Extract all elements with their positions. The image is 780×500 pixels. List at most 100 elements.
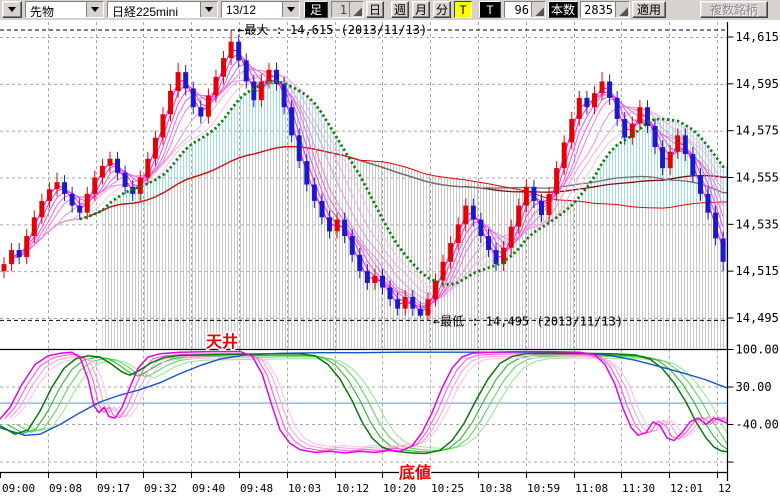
candle-body xyxy=(319,201,324,217)
multi-symbol-button[interactable]: 複数銘柄 xyxy=(700,1,768,18)
osc-tick-label: 30.00 xyxy=(736,380,772,394)
candle-body xyxy=(524,187,529,206)
candle-body xyxy=(403,297,408,309)
candle-body xyxy=(418,309,423,316)
candle-body xyxy=(554,168,559,194)
candle-body xyxy=(607,81,612,97)
candle-body xyxy=(9,250,14,264)
bar-count-spinner-icon[interactable] xyxy=(615,2,629,17)
candle-body xyxy=(660,147,665,168)
candle-body xyxy=(24,236,29,257)
candle-body xyxy=(547,194,552,215)
price-tick-label: 14,535 xyxy=(736,217,779,231)
candle-body xyxy=(713,213,718,239)
period-minute-button[interactable]: 分 xyxy=(433,1,451,18)
candle-body xyxy=(100,166,105,178)
osc-tick-label: -40.00 xyxy=(736,418,779,432)
candle-body xyxy=(653,126,658,147)
time-tick-label: 10:38 xyxy=(479,482,512,495)
market-select[interactable]: 先物 xyxy=(25,1,104,18)
tick-size-stepper[interactable]: 96 xyxy=(504,1,546,18)
candle-body xyxy=(342,220,347,236)
tick-size-spinner-icon[interactable] xyxy=(531,2,545,17)
candle-body xyxy=(683,135,688,154)
window-dropdown-button[interactable] xyxy=(2,1,22,18)
bar-count-button[interactable]: 本数 xyxy=(548,1,578,18)
candle-body xyxy=(229,42,234,58)
symbol-select-drop[interactable] xyxy=(200,2,217,17)
candle-body xyxy=(251,81,256,100)
candle-body xyxy=(698,175,703,194)
contract-select-value: 13/12 xyxy=(222,2,282,17)
candle-body xyxy=(236,42,241,61)
price-tick-label: 14,575 xyxy=(736,124,779,138)
toolbar: 先物 日経225mini 13/12 足 1 日 週 月 分 T T 96 本数… xyxy=(0,0,780,21)
floor-label: 底値 xyxy=(399,463,431,482)
interval-value: 1 xyxy=(332,2,349,17)
candle-body xyxy=(577,98,582,119)
tick-mode-toggle[interactable]: T xyxy=(454,1,472,18)
candle-body xyxy=(388,288,393,300)
candle-body xyxy=(206,96,211,117)
candle-body xyxy=(675,135,680,151)
bar-count-value: 2835 xyxy=(581,2,615,17)
candle-body xyxy=(509,227,514,248)
interval-stepper[interactable]: 1 xyxy=(331,1,364,18)
time-tick-label: 09:08 xyxy=(49,482,82,495)
candle-body xyxy=(191,89,196,108)
candle-body xyxy=(569,119,574,142)
candle-body xyxy=(357,255,362,271)
candle-body xyxy=(562,142,567,168)
chevron-down-icon xyxy=(8,7,16,12)
candle-body xyxy=(176,72,181,91)
candle-body xyxy=(168,91,173,114)
candle-body xyxy=(539,201,544,215)
candle-body xyxy=(32,217,37,236)
candle-body xyxy=(47,189,52,201)
contract-select[interactable]: 13/12 xyxy=(221,1,300,18)
candle-body xyxy=(297,135,302,161)
candle-body xyxy=(494,250,499,264)
candle-body xyxy=(486,236,491,250)
time-tick-label: 09:00 xyxy=(2,482,35,495)
candle-body xyxy=(85,194,90,213)
candle-body xyxy=(721,238,726,261)
tick-size-value: 96 xyxy=(505,2,531,17)
price-tick-label: 14,555 xyxy=(736,171,779,185)
period-day-button[interactable]: 日 xyxy=(366,1,384,18)
symbol-select-value: 日経225mini xyxy=(108,2,200,17)
candle-body xyxy=(2,264,7,271)
time-tick-label: 09:17 xyxy=(97,482,130,495)
time-tick-label: 09:32 xyxy=(144,482,177,495)
interval-spinner-icon[interactable] xyxy=(349,2,363,17)
tick-label-button[interactable]: T xyxy=(479,1,501,18)
candle-body xyxy=(410,297,415,309)
time-tick-label: 12 xyxy=(718,482,731,495)
bar-type-button[interactable]: 足 xyxy=(304,1,328,18)
candle-body xyxy=(592,93,597,107)
symbol-select[interactable]: 日経225mini xyxy=(107,1,218,18)
contract-select-drop[interactable] xyxy=(282,2,299,17)
candle-body xyxy=(600,81,605,93)
market-select-drop[interactable] xyxy=(86,2,103,17)
candle-body xyxy=(17,250,22,257)
candle-body xyxy=(584,98,589,107)
chart-area[interactable]: ←最大 : 14,615 (2013/11/13)←最低 : 14,495 (2… xyxy=(0,20,780,500)
candle-body xyxy=(615,98,620,119)
price-and-oscillator-chart[interactable]: ←最大 : 14,615 (2013/11/13)←最低 : 14,495 (2… xyxy=(0,20,780,500)
oscillator-panel xyxy=(0,350,728,473)
period-week-button[interactable]: 週 xyxy=(391,1,409,18)
time-tick-label: 11:08 xyxy=(575,482,608,495)
candle-body xyxy=(244,60,249,81)
bar-count-stepper[interactable]: 2835 xyxy=(580,1,630,18)
candle-body xyxy=(380,276,385,288)
candle-body xyxy=(531,187,536,201)
period-month-button[interactable]: 月 xyxy=(412,1,430,18)
candle-body xyxy=(54,182,59,189)
candle-body xyxy=(395,299,400,308)
apply-button[interactable]: 適用 xyxy=(632,1,666,18)
candle-body xyxy=(425,299,430,315)
candle-body xyxy=(70,194,75,206)
candle-body xyxy=(282,84,287,107)
candle-body xyxy=(115,159,120,173)
